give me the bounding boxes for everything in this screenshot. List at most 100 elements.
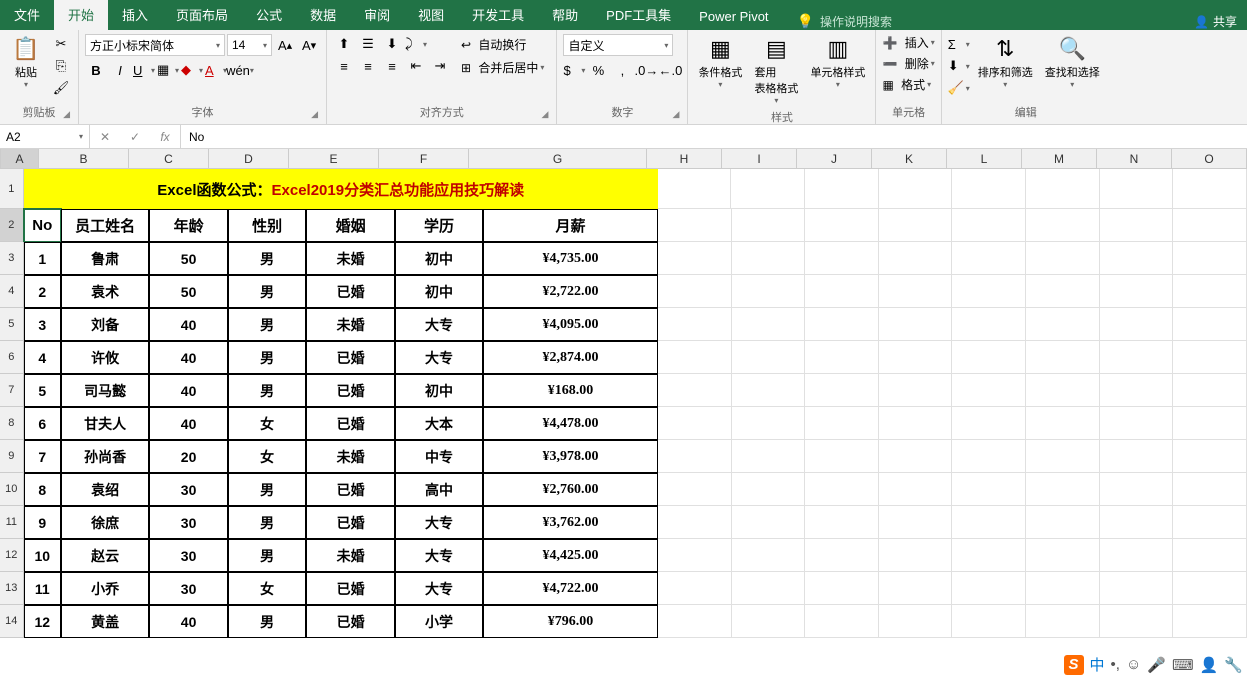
cell[interactable]: 黄盖	[61, 605, 149, 638]
cell[interactable]	[1100, 308, 1174, 341]
row-header[interactable]: 5	[0, 308, 24, 341]
col-header-I[interactable]: I	[722, 149, 797, 169]
cell[interactable]: 2	[24, 275, 61, 308]
cell[interactable]: 大专	[395, 506, 483, 539]
cell[interactable]	[658, 605, 732, 638]
cell[interactable]	[658, 169, 732, 209]
tab-pdf[interactable]: PDF工具集	[592, 0, 685, 30]
font-size-combo[interactable]: 14▾	[227, 34, 272, 56]
cell[interactable]: 已婚	[306, 341, 394, 374]
cell[interactable]	[805, 539, 879, 572]
col-header-F[interactable]: F	[379, 149, 469, 169]
align-left-button[interactable]: ≡	[333, 56, 355, 76]
cell[interactable]: 袁绍	[61, 473, 149, 506]
cell-A2[interactable]: No	[24, 209, 61, 242]
cell[interactable]	[1026, 440, 1100, 473]
cell[interactable]: 初中	[395, 275, 483, 308]
row-header[interactable]: 8	[0, 407, 24, 440]
comma-button[interactable]: ,	[611, 60, 633, 80]
col-header-K[interactable]: K	[872, 149, 947, 169]
col-header-L[interactable]: L	[947, 149, 1022, 169]
row-header[interactable]: 10	[0, 473, 24, 506]
cell[interactable]: 未婚	[306, 539, 394, 572]
cell[interactable]: 大专	[395, 539, 483, 572]
cell[interactable]	[1173, 440, 1247, 473]
cell[interactable]	[879, 605, 953, 638]
cell[interactable]	[732, 209, 806, 242]
font-name-combo[interactable]: 方正小标宋简体▾	[85, 34, 225, 56]
orientation-button[interactable]: ⤸▾	[405, 34, 427, 54]
cell[interactable]	[658, 341, 732, 374]
row-header[interactable]: 2	[0, 209, 24, 242]
cell[interactable]	[732, 473, 806, 506]
ime-keyboard-button[interactable]: ⌨	[1172, 656, 1194, 674]
cell[interactable]	[732, 308, 806, 341]
decrease-font-button[interactable]: A▾	[298, 35, 320, 55]
row-header[interactable]: 13	[0, 572, 24, 605]
cell[interactable]: ¥168.00	[483, 374, 658, 407]
format-cells-button[interactable]: ▦ 格式▾	[882, 76, 931, 93]
cell[interactable]: 40	[149, 308, 228, 341]
cell[interactable]: 女	[228, 572, 307, 605]
cell[interactable]	[1100, 605, 1174, 638]
row-header[interactable]: 14	[0, 605, 24, 638]
cell[interactable]: ¥3,978.00	[483, 440, 658, 473]
cell[interactable]	[1026, 572, 1100, 605]
tell-me-search[interactable]: 💡 操作说明搜索	[783, 13, 906, 30]
accounting-button[interactable]: $▾	[563, 60, 585, 80]
cell[interactable]: 12	[24, 605, 61, 638]
cell[interactable]: 50	[149, 275, 228, 308]
cell[interactable]: ¥2,722.00	[483, 275, 658, 308]
ime-tool-button[interactable]: 🔧	[1224, 656, 1243, 674]
cell[interactable]	[1026, 473, 1100, 506]
tab-formulas[interactable]: 公式	[242, 0, 296, 30]
cell[interactable]: ¥2,760.00	[483, 473, 658, 506]
cell[interactable]: 男	[228, 341, 307, 374]
cell[interactable]	[731, 169, 805, 209]
cell[interactable]: 6	[24, 407, 61, 440]
cell[interactable]: 已婚	[306, 572, 394, 605]
enter-formula-button[interactable]: ✓	[120, 125, 150, 148]
cell[interactable]	[1100, 242, 1174, 275]
cell[interactable]: 孙尚香	[61, 440, 149, 473]
wrap-text-button[interactable]: ↩ 自动换行	[455, 34, 550, 55]
cell[interactable]	[1173, 275, 1247, 308]
cell[interactable]	[1173, 572, 1247, 605]
cell[interactable]: 已婚	[306, 374, 394, 407]
align-bottom-button[interactable]: ⬇	[381, 34, 403, 54]
col-header-A[interactable]: A	[1, 149, 39, 169]
cell[interactable]: 男	[228, 308, 307, 341]
cell[interactable]	[952, 169, 1026, 209]
decrease-decimal-button[interactable]: ←.0	[659, 60, 681, 80]
formula-bar[interactable]: No	[181, 125, 1247, 148]
cell[interactable]	[1173, 242, 1247, 275]
cell[interactable]: 初中	[395, 242, 483, 275]
cell[interactable]	[658, 242, 732, 275]
cell[interactable]	[1026, 407, 1100, 440]
cell[interactable]	[1026, 308, 1100, 341]
row-header[interactable]: 12	[0, 539, 24, 572]
cell[interactable]: 小学	[395, 605, 483, 638]
cell[interactable]	[805, 275, 879, 308]
cell[interactable]: 40	[149, 407, 228, 440]
cell[interactable]: 小乔	[61, 572, 149, 605]
row-header[interactable]: 6	[0, 341, 24, 374]
cell[interactable]	[658, 506, 732, 539]
cell[interactable]	[1173, 374, 1247, 407]
cell[interactable]	[1100, 209, 1174, 242]
cell[interactable]	[658, 572, 732, 605]
cell[interactable]	[658, 308, 732, 341]
cell[interactable]	[658, 539, 732, 572]
copy-button[interactable]: ⎘	[50, 56, 72, 76]
cell[interactable]	[1100, 539, 1174, 572]
cell[interactable]	[879, 539, 953, 572]
cell[interactable]: 许攸	[61, 341, 149, 374]
cell[interactable]	[732, 374, 806, 407]
sogou-icon[interactable]: S	[1064, 655, 1084, 675]
cell[interactable]	[732, 572, 806, 605]
col-header-N[interactable]: N	[1097, 149, 1172, 169]
ime-lang-button[interactable]: 中	[1090, 654, 1105, 675]
cell[interactable]: 40	[149, 341, 228, 374]
cell[interactable]	[732, 407, 806, 440]
format-painter-button[interactable]: 🖌	[50, 78, 72, 98]
